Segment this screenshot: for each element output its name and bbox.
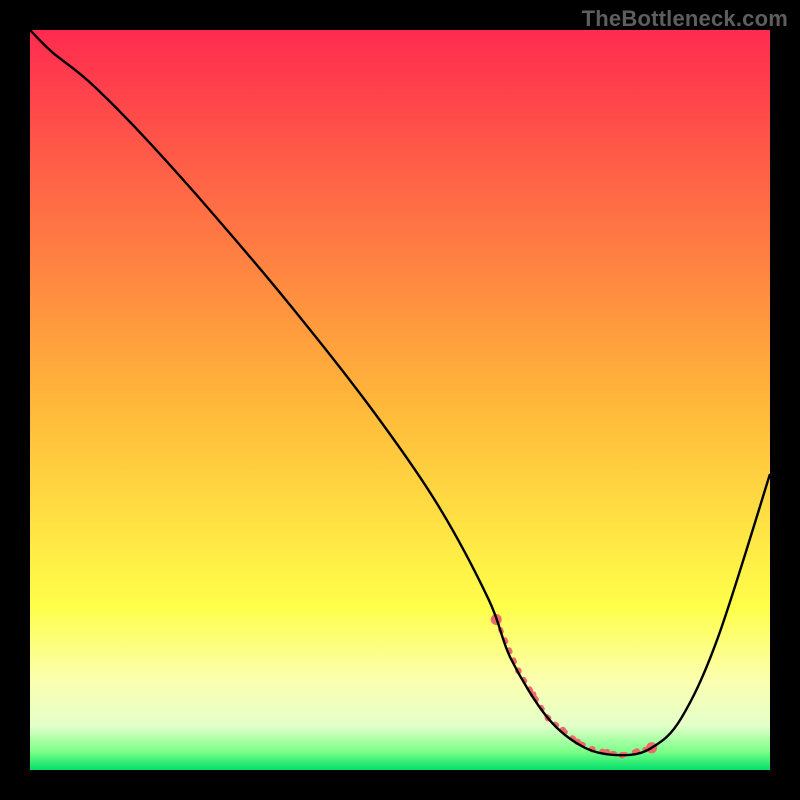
- chart-plot-area: [30, 30, 770, 770]
- chart-svg: [30, 30, 770, 770]
- gradient-background: [30, 30, 770, 770]
- chart-outer: TheBottleneck.com: [0, 0, 800, 800]
- watermark-label: TheBottleneck.com: [582, 6, 788, 32]
